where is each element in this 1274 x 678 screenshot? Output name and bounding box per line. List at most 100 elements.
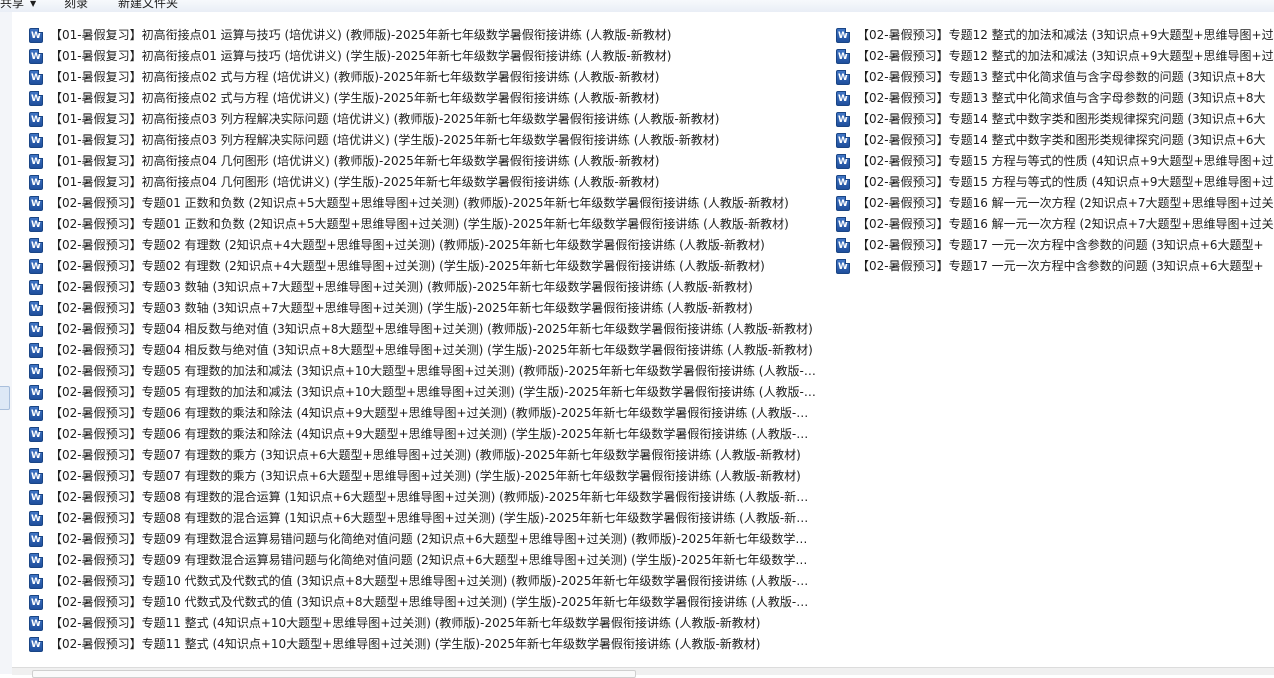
- word-document-icon: W: [836, 49, 850, 64]
- file-item[interactable]: W 【02-暑假预习】专题08 有理数的混合运算 (1知识点+6大题型+思维导图+…: [29, 508, 835, 529]
- word-document-icon: W: [29, 217, 43, 232]
- file-item[interactable]: W 【01-暑假复习】初高衔接点02 式与方程 (培优讲义) (教师版)-2025…: [29, 67, 835, 88]
- file-item[interactable]: W 【02-暑假预习】专题08 有理数的混合运算 (1知识点+6大题型+思维导图+…: [29, 487, 835, 508]
- word-document-icon: W: [29, 112, 43, 127]
- file-name: 【02-暑假预习】专题11 整式 (4知识点+10大题型+思维导图+过关测) (…: [50, 637, 761, 651]
- file-item[interactable]: W 【02-暑假预习】专题16 解一元一次方程 (2知识点+7大题型+思维导图+过…: [836, 193, 1274, 214]
- file-item[interactable]: W 【02-暑假预习】专题12 整式的加法和减法 (3知识点+9大题型+思维导图+…: [836, 25, 1274, 46]
- file-item[interactable]: W 【02-暑假预习】专题12 整式的加法和减法 (3知识点+9大题型+思维导图+…: [836, 46, 1274, 67]
- file-item[interactable]: W 【02-暑假预习】专题13 整式中化简求值与含字母参数的问题 (3知识点+8大: [836, 88, 1274, 109]
- file-item[interactable]: W 【02-暑假预习】专题14 整式中数字类和图形类规律探究问题 (3知识点+6大: [836, 130, 1274, 151]
- file-item[interactable]: W 【02-暑假预习】专题07 有理数的乘方 (3知识点+6大题型+思维导图+过关…: [29, 445, 835, 466]
- word-document-icon: W: [29, 553, 43, 568]
- command-bar: 共享 ▼ 刻录 新建文件夹: [0, 0, 1274, 12]
- file-item[interactable]: W 【02-暑假预习】专题01 正数和负数 (2知识点+5大题型+思维导图+过关测…: [29, 193, 835, 214]
- word-document-icon: W: [29, 343, 43, 358]
- file-name: 【02-暑假预习】专题15 方程与等式的性质 (4知识点+9大题型+思维导图+过: [857, 154, 1274, 168]
- file-name: 【02-暑假预习】专题02 有理数 (2知识点+4大题型+思维导图+过关测) (…: [50, 259, 765, 273]
- file-item[interactable]: W 【02-暑假预习】专题04 相反数与绝对值 (3知识点+8大题型+思维导图+过…: [29, 319, 835, 340]
- file-item[interactable]: W 【02-暑假预习】专题02 有理数 (2知识点+4大题型+思维导图+过关测) …: [29, 256, 835, 277]
- file-item[interactable]: W 【02-暑假预习】专题09 有理数混合运算易错问题与化简绝对值问题 (2知识点…: [29, 529, 835, 550]
- file-list-column-1: W 【01-暑假复习】初高衔接点01 运算与技巧 (培优讲义) (教师版)-202…: [29, 25, 835, 655]
- file-name: 【02-暑假预习】专题01 正数和负数 (2知识点+5大题型+思维导图+过关测)…: [50, 196, 789, 210]
- word-document-icon: W: [29, 28, 43, 43]
- file-item[interactable]: W 【02-暑假预习】专题06 有理数的乘法和除法 (4知识点+9大题型+思维导图…: [29, 403, 835, 424]
- file-name: 【02-暑假预习】专题14 整式中数字类和图形类规律探究问题 (3知识点+6大: [857, 133, 1266, 147]
- word-document-icon: W: [29, 238, 43, 253]
- file-item[interactable]: W 【02-暑假预习】专题02 有理数 (2知识点+4大题型+思维导图+过关测) …: [29, 235, 835, 256]
- word-document-icon: W: [836, 217, 850, 232]
- file-name: 【02-暑假预习】专题04 相反数与绝对值 (3知识点+8大题型+思维导图+过关…: [50, 343, 813, 357]
- file-item[interactable]: W 【02-暑假预习】专题11 整式 (4知识点+10大题型+思维导图+过关测) …: [29, 613, 835, 634]
- word-document-icon: W: [29, 511, 43, 526]
- file-item[interactable]: W 【02-暑假预习】专题03 数轴 (3知识点+7大题型+思维导图+过关测) (…: [29, 277, 835, 298]
- file-item[interactable]: W 【02-暑假预习】专题10 代数式及代数式的值 (3知识点+8大题型+思维导图…: [29, 592, 835, 613]
- word-document-icon: W: [29, 637, 43, 652]
- file-item[interactable]: W 【02-暑假预习】专题09 有理数混合运算易错问题与化简绝对值问题 (2知识点…: [29, 550, 835, 571]
- file-name: 【02-暑假预习】专题07 有理数的乘方 (3知识点+6大题型+思维导图+过关测…: [50, 448, 801, 462]
- file-item[interactable]: W 【01-暑假复习】初高衔接点04 几何图形 (培优讲义) (教师版)-2025…: [29, 151, 835, 172]
- file-item[interactable]: W 【02-暑假预习】专题03 数轴 (3知识点+7大题型+思维导图+过关测) (…: [29, 298, 835, 319]
- navigation-pane-scroll-tab[interactable]: [0, 386, 10, 410]
- file-name: 【02-暑假预习】专题10 代数式及代数式的值 (3知识点+8大题型+思维导图+…: [50, 595, 818, 609]
- file-name: 【02-暑假预习】专题10 代数式及代数式的值 (3知识点+8大题型+思维导图+…: [50, 574, 818, 588]
- word-document-icon: W: [29, 322, 43, 337]
- file-name: 【02-暑假预习】专题08 有理数的混合运算 (1知识点+6大题型+思维导图+过…: [50, 490, 818, 504]
- file-name: 【01-暑假复习】初高衔接点03 列方程解决实际问题 (培优讲义) (教师版)-…: [50, 112, 720, 126]
- file-item[interactable]: W 【02-暑假预习】专题07 有理数的乘方 (3知识点+6大题型+思维导图+过关…: [29, 466, 835, 487]
- file-item[interactable]: W 【02-暑假预习】专题17 一元一次方程中含参数的问题 (3知识点+6大题型+: [836, 235, 1274, 256]
- file-item[interactable]: W 【02-暑假预习】专题05 有理数的加法和减法 (3知识点+10大题型+思维导…: [29, 361, 835, 382]
- burn-button[interactable]: 刻录: [64, 0, 88, 11]
- file-item[interactable]: W 【01-暑假复习】初高衔接点03 列方程解决实际问题 (培优讲义) (学生版)…: [29, 130, 835, 151]
- file-item[interactable]: W 【01-暑假复习】初高衔接点02 式与方程 (培优讲义) (学生版)-2025…: [29, 88, 835, 109]
- file-name: 【02-暑假预习】专题01 正数和负数 (2知识点+5大题型+思维导图+过关测)…: [50, 217, 789, 231]
- file-name: 【02-暑假预习】专题03 数轴 (3知识点+7大题型+思维导图+过关测) (教…: [50, 280, 753, 294]
- file-item[interactable]: W 【02-暑假预习】专题14 整式中数字类和图形类规律探究问题 (3知识点+6大: [836, 109, 1274, 130]
- word-document-icon: W: [29, 91, 43, 106]
- file-name: 【01-暑假复习】初高衔接点03 列方程解决实际问题 (培优讲义) (学生版)-…: [50, 133, 720, 147]
- file-name: 【02-暑假预习】专题12 整式的加法和减法 (3知识点+9大题型+思维导图+过: [857, 28, 1274, 42]
- file-name: 【02-暑假预习】专题16 解一元一次方程 (2知识点+7大题型+思维导图+过关: [857, 217, 1274, 231]
- dropdown-arrow-icon: ▼: [30, 0, 37, 8]
- file-item[interactable]: W 【02-暑假预习】专题04 相反数与绝对值 (3知识点+8大题型+思维导图+过…: [29, 340, 835, 361]
- word-document-icon: W: [29, 490, 43, 505]
- file-item[interactable]: W 【02-暑假预习】专题01 正数和负数 (2知识点+5大题型+思维导图+过关测…: [29, 214, 835, 235]
- word-document-icon: W: [29, 133, 43, 148]
- file-item[interactable]: W 【02-暑假预习】专题11 整式 (4知识点+10大题型+思维导图+过关测) …: [29, 634, 835, 655]
- word-document-icon: W: [29, 196, 43, 211]
- file-item[interactable]: W 【01-暑假复习】初高衔接点01 运算与技巧 (培优讲义) (教师版)-202…: [29, 25, 835, 46]
- file-name: 【01-暑假复习】初高衔接点04 几何图形 (培优讲义) (教师版)-2025年…: [50, 154, 660, 168]
- file-item[interactable]: W 【02-暑假预习】专题15 方程与等式的性质 (4知识点+9大题型+思维导图+…: [836, 172, 1274, 193]
- word-document-icon: W: [29, 595, 43, 610]
- file-item[interactable]: W 【01-暑假复习】初高衔接点04 几何图形 (培优讲义) (学生版)-2025…: [29, 172, 835, 193]
- file-name: 【02-暑假预习】专题03 数轴 (3知识点+7大题型+思维导图+过关测) (学…: [50, 301, 753, 315]
- word-document-icon: W: [29, 175, 43, 190]
- file-name: 【02-暑假预习】专题17 一元一次方程中含参数的问题 (3知识点+6大题型+: [857, 238, 1264, 252]
- word-document-icon: W: [29, 70, 43, 85]
- file-name: 【02-暑假预习】专题16 解一元一次方程 (2知识点+7大题型+思维导图+过关: [857, 196, 1274, 210]
- scrollbar-thumb[interactable]: [32, 670, 636, 678]
- file-item[interactable]: W 【01-暑假复习】初高衔接点01 运算与技巧 (培优讲义) (学生版)-202…: [29, 46, 835, 67]
- file-name: 【02-暑假预习】专题15 方程与等式的性质 (4知识点+9大题型+思维导图+过: [857, 175, 1274, 189]
- file-item[interactable]: W 【02-暑假预习】专题06 有理数的乘法和除法 (4知识点+9大题型+思维导图…: [29, 424, 835, 445]
- file-name: 【01-暑假复习】初高衔接点01 运算与技巧 (培优讲义) (学生版)-2025…: [50, 49, 672, 63]
- file-item[interactable]: W 【02-暑假预习】专题13 整式中化简求值与含字母参数的问题 (3知识点+8大: [836, 67, 1274, 88]
- file-item[interactable]: W 【02-暑假预习】专题10 代数式及代数式的值 (3知识点+8大题型+思维导图…: [29, 571, 835, 592]
- file-item[interactable]: W 【02-暑假预习】专题16 解一元一次方程 (2知识点+7大题型+思维导图+过…: [836, 214, 1274, 235]
- file-name: 【02-暑假预习】专题17 一元一次方程中含参数的问题 (3知识点+6大题型+: [857, 259, 1264, 273]
- share-button[interactable]: 共享 ▼: [0, 0, 36, 11]
- word-document-icon: W: [836, 154, 850, 169]
- file-name: 【02-暑假预习】专题14 整式中数字类和图形类规律探究问题 (3知识点+6大: [857, 112, 1266, 126]
- word-document-icon: W: [836, 70, 850, 85]
- new-folder-button[interactable]: 新建文件夹: [118, 0, 178, 11]
- file-name: 【02-暑假预习】专题11 整式 (4知识点+10大题型+思维导图+过关测) (…: [50, 616, 761, 630]
- word-document-icon: W: [29, 469, 43, 484]
- file-item[interactable]: W 【02-暑假预习】专题17 一元一次方程中含参数的问题 (3知识点+6大题型+: [836, 256, 1274, 277]
- file-item[interactable]: W 【01-暑假复习】初高衔接点03 列方程解决实际问题 (培优讲义) (教师版)…: [29, 109, 835, 130]
- file-item[interactable]: W 【02-暑假预习】专题15 方程与等式的性质 (4知识点+9大题型+思维导图+…: [836, 151, 1274, 172]
- word-document-icon: W: [29, 385, 43, 400]
- file-name: 【02-暑假预习】专题07 有理数的乘方 (3知识点+6大题型+思维导图+过关测…: [50, 469, 801, 483]
- file-name: 【01-暑假复习】初高衔接点02 式与方程 (培优讲义) (学生版)-2025年…: [50, 91, 660, 105]
- file-item[interactable]: W 【02-暑假预习】专题05 有理数的加法和减法 (3知识点+10大题型+思维导…: [29, 382, 835, 403]
- file-name: 【02-暑假预习】专题13 整式中化简求值与含字母参数的问题 (3知识点+8大: [857, 91, 1266, 105]
